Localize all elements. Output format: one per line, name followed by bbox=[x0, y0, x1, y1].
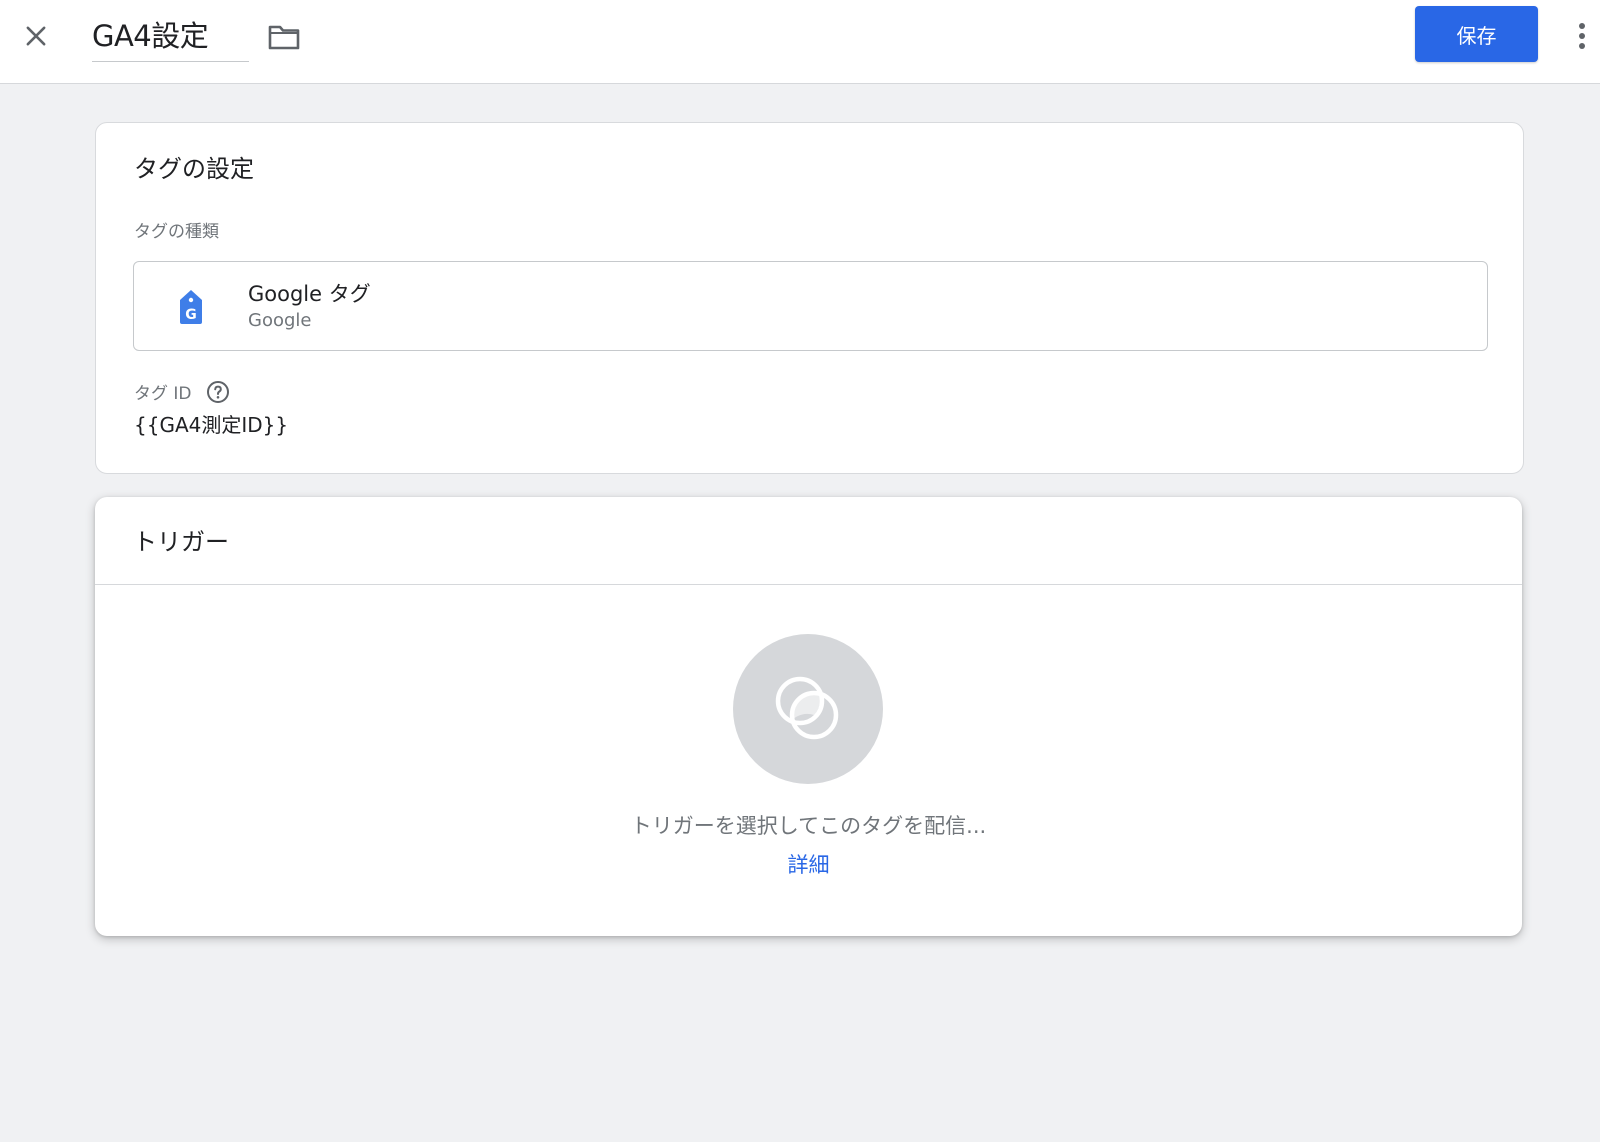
svg-text:G: G bbox=[185, 307, 197, 323]
tag-configuration-card[interactable]: タグの設定 タグの種類 G Google タグ Google タグ ID {{G… bbox=[95, 122, 1524, 474]
close-button[interactable] bbox=[16, 16, 56, 56]
tag-type-selector[interactable]: G Google タグ Google bbox=[133, 261, 1488, 351]
trigger-card[interactable]: トリガー トリガーを選択してこのタグを配信... 詳細 bbox=[95, 497, 1522, 936]
tag-type-name: Google タグ bbox=[248, 282, 371, 306]
more-options-button[interactable] bbox=[1568, 16, 1596, 56]
trigger-title: トリガー bbox=[133, 528, 229, 556]
tag-name-text: GA4設定 bbox=[92, 19, 209, 53]
top-bar: GA4設定 保存 bbox=[0, 0, 1600, 84]
help-icon[interactable] bbox=[206, 380, 230, 404]
divider bbox=[95, 584, 1522, 585]
tag-id-label-row: タグ ID bbox=[134, 379, 230, 404]
tag-configuration-title: タグの設定 bbox=[134, 155, 254, 183]
learn-more-link-row: 詳細 bbox=[95, 849, 1522, 879]
save-button[interactable]: 保存 bbox=[1415, 6, 1538, 62]
trigger-empty-message: トリガーを選択してこのタグを配信... bbox=[630, 814, 987, 838]
close-icon bbox=[26, 26, 46, 46]
more-vert-icon bbox=[1579, 23, 1585, 49]
google-tag-icon: G bbox=[180, 290, 202, 324]
folder-button[interactable] bbox=[264, 17, 304, 57]
folder-icon bbox=[268, 25, 300, 50]
tag-type-label: タグの種類 bbox=[134, 222, 219, 242]
tag-name-field[interactable]: GA4設定 bbox=[92, 14, 249, 62]
tag-id-label: タグ ID bbox=[134, 384, 192, 404]
learn-more-link[interactable]: 詳細 bbox=[788, 853, 830, 877]
tag-id-value: {{GA4測定ID}} bbox=[134, 413, 289, 437]
tag-type-vendor: Google bbox=[248, 310, 312, 331]
trigger-icon[interactable] bbox=[733, 634, 883, 784]
